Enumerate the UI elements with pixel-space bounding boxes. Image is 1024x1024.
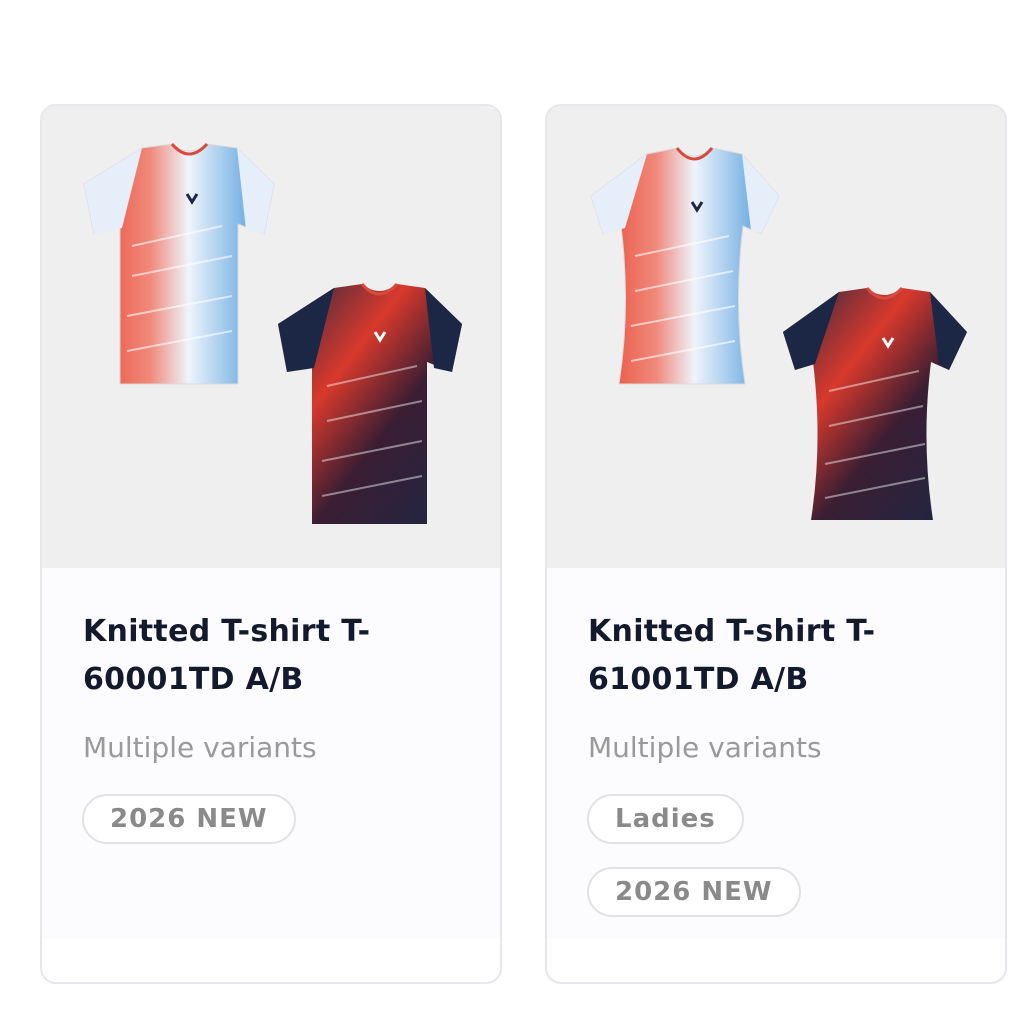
product-title[interactable]: Knitted T-shirt T- 60001TD A/B — [83, 608, 473, 704]
product-title[interactable]: Knitted T-shirt T- 61001TD A/B — [588, 608, 978, 704]
variants-label: Multiple variants — [588, 731, 822, 764]
product-image[interactable] — [547, 106, 1005, 568]
product-card[interactable]: Knitted T-shirt T- 61001TD A/B Multiple v… — [545, 104, 1007, 984]
t-shirt-pair-image — [590, 147, 967, 520]
product-card[interactable]: Knitted T-shirt T- 60001TD A/B Multiple v… — [40, 104, 502, 984]
new-badge: 2026 NEW — [82, 794, 296, 844]
ladies-badge: Ladies — [587, 794, 744, 844]
new-badge: 2026 NEW — [587, 867, 801, 917]
product-image[interactable] — [42, 106, 500, 568]
t-shirt-pair-image — [83, 142, 462, 524]
variants-label: Multiple variants — [83, 731, 317, 764]
product-grid: Knitted T-shirt T- 60001TD A/B Multiple v… — [0, 0, 1024, 1024]
